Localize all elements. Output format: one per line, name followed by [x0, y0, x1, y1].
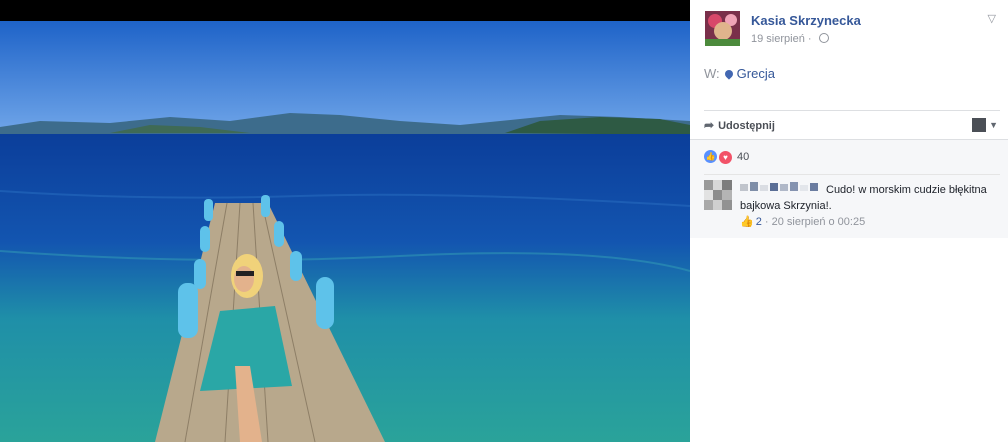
- post-photo[interactable]: [0, 21, 690, 442]
- audience-selector[interactable]: ▼: [972, 118, 998, 132]
- page-avatar-icon: [972, 118, 987, 132]
- post-date[interactable]: 19 sierpień: [751, 33, 805, 45]
- comment-body: Cudo! w morskim cudzie błękitna bajkowa …: [740, 184, 987, 212]
- location-line: W: Grecja: [704, 66, 775, 81]
- reaction-count[interactable]: 40: [737, 151, 749, 163]
- location-prefix: W:: [704, 66, 720, 81]
- author-avatar[interactable]: [705, 11, 740, 46]
- share-arrow-icon: ➦: [704, 118, 715, 132]
- post-side-panel: Kasia Skrzynecka 19 sierpień · ▽ W: Grecj…: [690, 0, 1008, 442]
- share-button[interactable]: ➦ Udostępnij: [704, 118, 775, 132]
- divider: [704, 110, 1000, 111]
- post-meta: 19 sierpień ·: [751, 33, 829, 45]
- top-black-bar: [0, 0, 690, 21]
- like-reaction-icon[interactable]: 👍: [704, 150, 717, 163]
- thumbs-up-icon[interactable]: 👍: [740, 216, 754, 228]
- divider: [704, 174, 1000, 175]
- commenter-avatar[interactable]: [704, 180, 732, 210]
- caret-down-icon: ▼: [989, 120, 998, 130]
- comment-meta-separator: ·: [764, 216, 769, 228]
- location-link[interactable]: Grecja: [737, 66, 775, 81]
- share-label: Udostępnij: [718, 120, 775, 132]
- meta-separator: ·: [807, 33, 812, 45]
- comment-like-count[interactable]: 2: [756, 216, 762, 228]
- map-pin-icon: [722, 68, 735, 80]
- author-name[interactable]: Kasia Skrzynecka: [751, 13, 861, 28]
- reactions-comments-section: 👍 ♥ 40 Cudo! w morskim cudzie błękitna b…: [690, 140, 1008, 238]
- love-reaction-icon[interactable]: ♥: [718, 150, 733, 165]
- globe-icon: [818, 33, 829, 43]
- comment-meta: 👍 2 · 20 sierpień o 00:25: [740, 215, 865, 228]
- beach-pier-photo: [0, 21, 690, 442]
- comment-text: Cudo! w morskim cudzie błękitna bajkowa …: [740, 182, 990, 214]
- chevron-down-icon[interactable]: ▽: [988, 12, 996, 25]
- comment-timestamp[interactable]: 20 sierpień o 00:25: [772, 216, 866, 228]
